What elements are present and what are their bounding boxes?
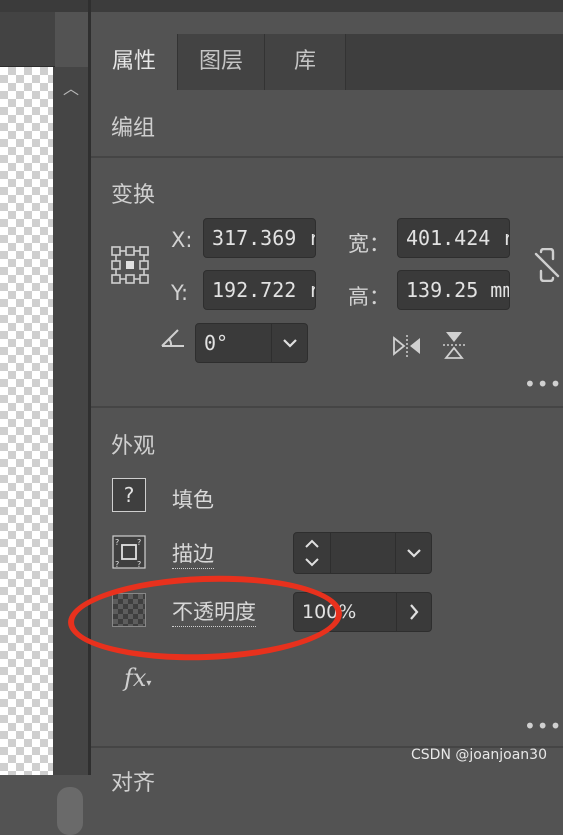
constrain-proportions-icon[interactable] (534, 248, 560, 282)
stroke-label[interactable]: 描边 (172, 538, 214, 569)
svg-text:?: ? (137, 538, 141, 547)
vertical-scrollbar[interactable]: ︿ (53, 67, 88, 835)
opacity-expand-button[interactable] (396, 592, 432, 632)
scrollbar-thumb[interactable] (57, 787, 83, 835)
flip-vertical-icon[interactable] (442, 330, 466, 360)
panel-divider[interactable] (88, 0, 91, 775)
effects-fx-icon[interactable]: fx▾ (124, 664, 151, 692)
align-title: 对齐 (111, 771, 156, 796)
tab-properties[interactable]: 属性 (91, 34, 178, 90)
annotation-red-ellipse (66, 571, 344, 665)
stepper-arrows-icon (305, 539, 319, 567)
svg-text:?: ? (137, 560, 141, 569)
transform-more-options-icon[interactable]: ••• (524, 372, 562, 396)
chevron-right-icon (410, 604, 419, 620)
fx-label: fx (124, 664, 147, 692)
x-position-field[interactable]: 317.369 r (203, 218, 316, 258)
chevron-down-icon (282, 339, 297, 348)
height-label: 高： (348, 285, 390, 309)
y-label: Y: (171, 281, 189, 305)
appearance-title: 外观 (111, 434, 156, 459)
y-position-field[interactable]: 192.722 r (203, 270, 316, 310)
svg-text:?: ? (115, 560, 119, 569)
tab-layers[interactable]: 图层 (178, 34, 265, 90)
width-label: 宽： (348, 232, 390, 256)
width-field[interactable]: 401.424 r (397, 218, 510, 258)
watermark: CSDN @joanjoan30 (411, 747, 547, 763)
artboard-canvas[interactable] (0, 67, 53, 775)
height-field[interactable]: 139.25 mm (397, 270, 510, 310)
x-label: X: (171, 228, 193, 252)
chevron-down-icon (406, 549, 421, 558)
rotation-dropdown-button[interactable] (271, 323, 308, 363)
appearance-more-options-icon[interactable]: ••• (524, 714, 562, 738)
app-top-bar (0, 0, 88, 12)
scroll-up-icon[interactable]: ︿ (63, 75, 79, 99)
rotate-angle-icon (161, 329, 184, 347)
flip-horizontal-icon[interactable] (392, 334, 422, 358)
transform-title: 变换 (111, 183, 156, 208)
stroke-weight-dropdown[interactable] (395, 532, 432, 574)
fill-swatch[interactable]: ? (112, 478, 146, 512)
fill-label: 填色 (172, 488, 214, 512)
stroke-weight-field[interactable] (330, 532, 396, 574)
tab-libraries[interactable]: 库 (265, 34, 346, 90)
stroke-swatch-icon[interactable]: ? ? ? ? (112, 535, 146, 569)
rotation-field[interactable]: 0° (195, 323, 272, 363)
divider (91, 156, 563, 158)
panel-header-bar (91, 0, 563, 12)
divider (91, 406, 563, 408)
document-tab-bar (0, 12, 55, 67)
reference-point-icon[interactable] (111, 246, 149, 284)
group-label: 编组 (111, 116, 156, 141)
svg-text:?: ? (115, 538, 119, 547)
stroke-weight-stepper[interactable] (293, 532, 331, 574)
